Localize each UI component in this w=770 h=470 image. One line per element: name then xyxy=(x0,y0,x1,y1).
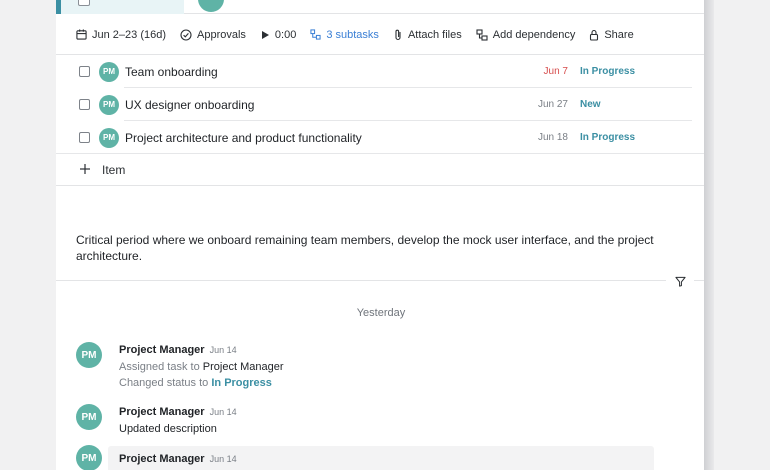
share-button[interactable]: Share xyxy=(589,28,634,41)
avatar: PM xyxy=(99,61,119,82)
add-item-label: Item xyxy=(102,162,126,177)
subtask-title[interactable]: UX designer onboarding xyxy=(125,98,254,112)
subtask-status[interactable]: In Progress xyxy=(580,66,635,77)
subtasks-label: 3 subtasks xyxy=(326,28,379,41)
subtask-title[interactable]: Team onboarding xyxy=(125,65,218,79)
activity-status: In Progress xyxy=(211,377,272,389)
subtask-list: PM Team onboarding Jun 7 In Progress PM … xyxy=(56,55,706,154)
subtasks-button[interactable]: 3 subtasks xyxy=(310,29,379,41)
dependency-icon xyxy=(476,28,488,41)
activity-assignee[interactable]: Project Manager xyxy=(203,361,284,373)
approvals-label: Approvals xyxy=(197,28,246,41)
task-detail-panel: Jun 2–23 (16d) Approvals 0:00 3 subtasks… xyxy=(56,0,706,470)
date-range-label: Jun 2–23 (16d) xyxy=(92,28,166,41)
task-toolbar: Jun 2–23 (16d) Approvals 0:00 3 subtasks… xyxy=(56,15,706,55)
activity-user[interactable]: Project Manager xyxy=(119,453,205,465)
activity-user[interactable]: Project Manager xyxy=(119,344,205,356)
avatar: PM xyxy=(99,94,119,115)
subtask-due-date[interactable]: Jun 27 xyxy=(538,99,568,110)
timer-button[interactable]: 0:00 xyxy=(260,29,296,41)
date-range-button[interactable]: Jun 2–23 (16d) xyxy=(76,29,166,41)
attach-files-label: Attach files xyxy=(407,28,462,41)
activity-date: Jun 14 xyxy=(209,454,237,464)
lock-icon xyxy=(590,29,599,41)
add-dependency-button[interactable]: Add dependency xyxy=(476,28,576,41)
subtasks-icon xyxy=(310,29,321,40)
subtask-due-date[interactable]: Jun 18 xyxy=(538,132,568,143)
avatar: PM xyxy=(76,342,102,368)
paperclip-icon xyxy=(395,29,401,40)
active-task-tab[interactable] xyxy=(56,0,184,14)
subtask-checkbox[interactable] xyxy=(79,66,90,77)
assignee-avatar[interactable] xyxy=(198,0,224,12)
subtask-row[interactable]: PM Team onboarding Jun 7 In Progress xyxy=(56,55,706,88)
subtask-due-date[interactable]: Jun 7 xyxy=(544,66,568,77)
section-divider xyxy=(56,280,706,281)
approvals-button[interactable]: Approvals xyxy=(180,29,246,41)
activity-day-label: Yesterday xyxy=(356,307,406,319)
calendar-icon xyxy=(76,29,87,40)
check-circle-icon xyxy=(180,28,192,41)
subtask-status[interactable]: In Progress xyxy=(580,132,635,143)
subtask-row[interactable]: PM Project architecture and product func… xyxy=(56,121,706,154)
subtask-status[interactable]: New xyxy=(580,99,601,110)
add-dependency-label: Add dependency xyxy=(492,28,576,41)
activity-filter-button[interactable] xyxy=(666,272,694,290)
task-description[interactable]: Critical period where we onboard remaini… xyxy=(76,232,676,264)
activity-action: Changed status to xyxy=(119,377,209,389)
subtask-checkbox[interactable] xyxy=(79,99,90,110)
task-tabs-strip xyxy=(56,0,706,14)
avatar: PM xyxy=(99,127,119,148)
avatar: PM xyxy=(76,404,102,430)
play-icon xyxy=(261,30,269,39)
subtask-row[interactable]: PM UX designer onboarding Jun 27 New xyxy=(56,88,706,121)
activity-action: Assigned task to xyxy=(119,360,200,373)
share-label: Share xyxy=(604,28,634,41)
activity-text: Updated description xyxy=(119,422,217,435)
task-checkbox[interactable] xyxy=(78,0,90,6)
activity-user[interactable]: Project Manager xyxy=(119,406,205,418)
panel-edge xyxy=(704,0,714,470)
subtask-checkbox[interactable] xyxy=(79,132,90,143)
filter-icon xyxy=(674,276,686,287)
avatar: PM xyxy=(76,445,102,470)
subtask-title[interactable]: Project architecture and product functio… xyxy=(125,131,362,145)
plus-icon xyxy=(80,164,90,174)
add-item-button[interactable]: Item xyxy=(56,154,706,186)
attach-files-button[interactable]: Attach files xyxy=(393,29,462,41)
timer-label: 0:00 xyxy=(274,28,297,41)
activity-date: Jun 14 xyxy=(209,407,237,417)
activity-date: Jun 14 xyxy=(209,345,237,355)
